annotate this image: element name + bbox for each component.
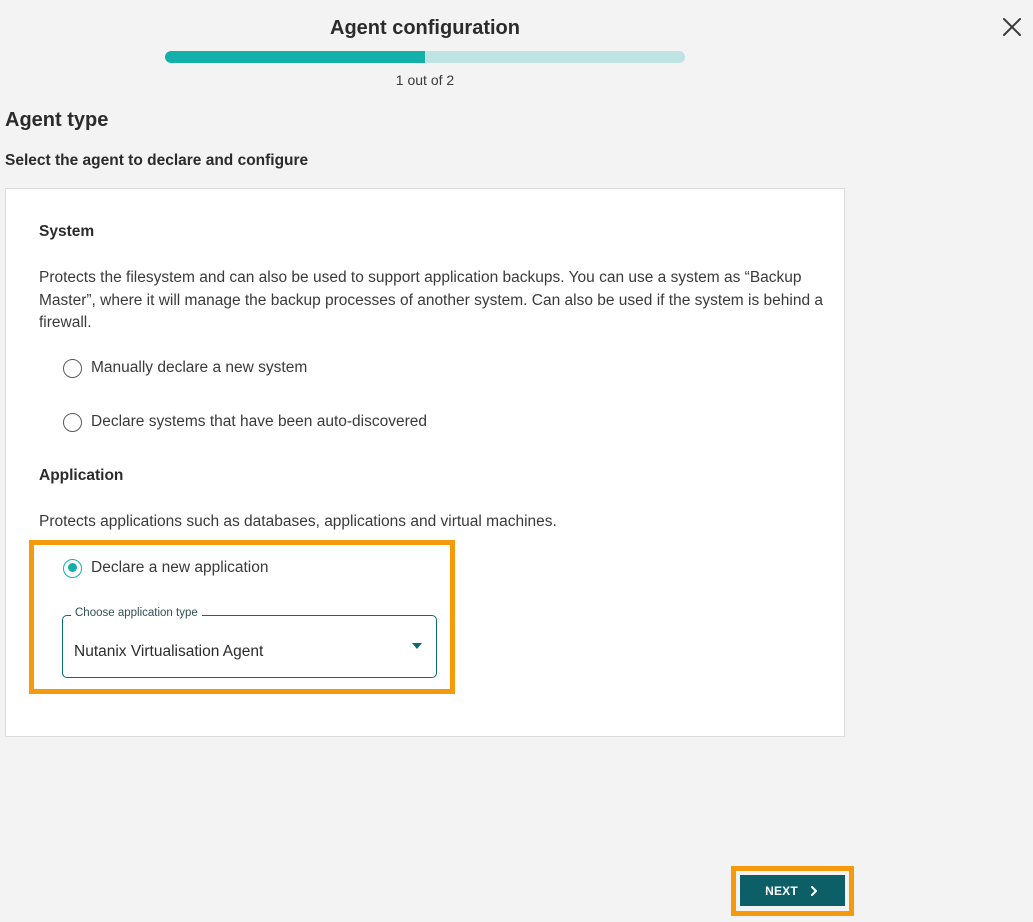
radio-label: Manually declare a new system — [91, 359, 308, 376]
close-icon[interactable] — [1000, 15, 1024, 39]
application-group-title: Application — [39, 467, 124, 484]
progress-bar — [165, 51, 685, 63]
progress-label: 1 out of 2 — [395, 72, 455, 88]
application-group-description: Protects applications such as databases,… — [39, 513, 557, 530]
page-subtitle: Select the agent to declare and configur… — [5, 152, 309, 169]
chevron-down-icon[interactable] — [412, 643, 422, 649]
next-button[interactable]: NEXT — [740, 875, 845, 906]
radio-label: Declare systems that have been auto-disc… — [91, 413, 428, 430]
select-legend: Choose application type — [71, 607, 202, 619]
application-type-select[interactable]: Choose application type Nutanix Virtuali… — [62, 607, 437, 678]
radio-declare-auto-discovered[interactable]: Declare systems that have been auto-disc… — [63, 411, 427, 433]
radio-declare-new-application[interactable]: Declare a new application — [63, 557, 269, 579]
wizard-title: Agent configuration — [330, 17, 520, 39]
radio-button[interactable] — [63, 412, 82, 432]
radio-label: Declare a new application — [91, 559, 269, 576]
next-button-label: NEXT — [765, 883, 798, 898]
select-value: Nutanix Virtualisation Agent — [74, 643, 264, 660]
radio-button[interactable] — [63, 358, 82, 378]
progress-bar-fill — [165, 51, 425, 63]
system-group-title: System — [39, 223, 95, 240]
close-button[interactable] — [1000, 15, 1024, 39]
system-group-description: Protects the filesystem and can also be … — [39, 269, 823, 331]
page-title: Agent type — [5, 109, 109, 131]
radio-manually-declare-system[interactable]: Manually declare a new system — [63, 357, 307, 379]
chevron-right-icon — [810, 885, 817, 896]
radio-button-checked[interactable] — [63, 558, 82, 578]
